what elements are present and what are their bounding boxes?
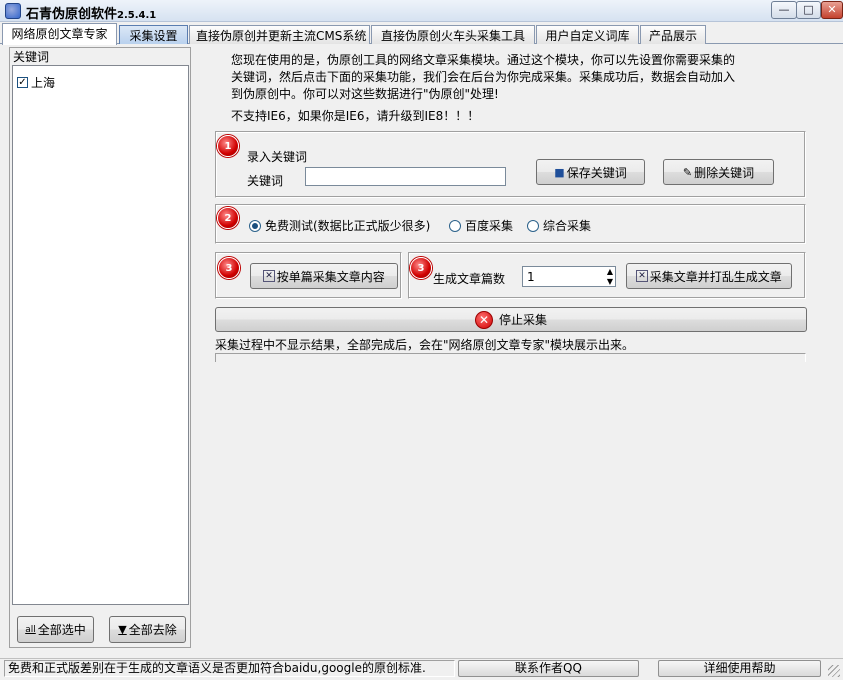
- deselect-all-label: 全部去除: [128, 623, 177, 637]
- select-all-label: 全部选中: [37, 623, 86, 637]
- spin-up-icon[interactable]: ▲: [607, 267, 613, 276]
- delete-keyword-label: 删除关键词: [694, 165, 755, 180]
- minimize-button[interactable]: —: [771, 1, 797, 19]
- radio-label: 免费测试(数据比正式版少很多): [265, 219, 431, 233]
- window-title: 石青伪原创软件2.5.4.1: [26, 3, 156, 22]
- maximize-button[interactable]: □: [796, 1, 821, 19]
- step3b-badge: 3: [410, 257, 432, 279]
- radio-button[interactable]: [249, 219, 261, 232]
- collect-icon: ✕: [636, 270, 648, 282]
- app-name: 石青伪原创软件: [26, 7, 118, 22]
- radio-comprehensive[interactable]: 综合采集: [527, 217, 591, 234]
- article-count-stepper[interactable]: 1 ▲ ▼: [522, 266, 616, 287]
- step2-badge: 2: [217, 207, 239, 229]
- intro-line: 您现在使用的是，伪原创工具的网络文章采集模块。通过这个模块，你可以先设置你需要采…: [231, 53, 736, 67]
- tab-products[interactable]: 产品展示: [640, 25, 706, 44]
- ie-warning: 不支持IE6，如果你是IE6，请升级到IE8！！！: [231, 109, 480, 123]
- single-article-label: 按单篇采集文章内容: [276, 269, 385, 284]
- stop-collect-label: 停止采集: [498, 313, 547, 327]
- eraser-icon: ✎: [682, 165, 693, 179]
- stop-icon: ✕: [474, 310, 493, 329]
- contact-author-button[interactable]: 联系作者QQ: [458, 660, 639, 677]
- step3a-badge: 3: [218, 257, 240, 279]
- radio-button[interactable]: [449, 219, 461, 232]
- keyword-field-label: 关键词: [247, 174, 284, 188]
- tab-custom-dictionary[interactable]: 用户自定义词库: [536, 25, 639, 44]
- intro-line: 关键词，然后点击下面的采集功能，我们会在后台为你完成采集。采集成功后，数据会自动…: [231, 70, 736, 84]
- save-keyword-button[interactable]: ■ 保存关键词: [536, 159, 645, 185]
- divider: [215, 353, 806, 362]
- collect-and-generate-label: 采集文章并打乱生成文章: [649, 269, 782, 284]
- collect-icon: ✕: [263, 270, 275, 282]
- collect-and-generate-button[interactable]: ✕ 采集文章并打乱生成文章: [626, 263, 792, 289]
- keyword-checkbox[interactable]: ✓: [17, 77, 28, 88]
- spin-down-icon[interactable]: ▼: [607, 277, 613, 286]
- clear-list-icon: ▼: [118, 623, 127, 636]
- radio-button[interactable]: [527, 219, 539, 232]
- save-icon: ■: [554, 165, 565, 179]
- tab-article-expert[interactable]: 网络原创文章专家: [2, 23, 117, 45]
- tab-locomotive-tool[interactable]: 直接伪原创火车头采集工具: [371, 25, 535, 44]
- keyword-panel-label: 关键词: [13, 50, 50, 64]
- article-count-label: 生成文章篇数: [433, 272, 506, 286]
- radio-label: 综合采集: [543, 219, 592, 233]
- intro-text: 您现在使用的是，伪原创工具的网络文章采集模块。通过这个模块，你可以先设置你需要采…: [231, 52, 751, 103]
- radio-baidu[interactable]: 百度采集: [449, 217, 513, 234]
- select-all-button[interactable]: all 全部选中: [17, 616, 94, 643]
- step1-badge: 1: [217, 135, 239, 157]
- status-message: 免费和正式版差别在于生成的文章语义是否更加符合baidu,google的原创标准…: [4, 660, 455, 677]
- help-button[interactable]: 详细使用帮助: [658, 660, 821, 677]
- keyword-input[interactable]: [305, 167, 506, 186]
- stop-collect-button[interactable]: ✕ 停止采集: [215, 307, 807, 332]
- list-item[interactable]: ✓ 上海: [17, 74, 55, 91]
- intro-line: 到伪原创中。你可以对这些数据进行"伪原创"处理!: [231, 87, 499, 101]
- article-count-value: 1: [527, 270, 535, 284]
- radio-label: 百度采集: [465, 219, 514, 233]
- tab-collect-settings[interactable]: 采集设置: [119, 25, 188, 44]
- delete-keyword-button[interactable]: ✎ 删除关键词: [663, 159, 774, 185]
- keyword-text: 上海: [31, 76, 56, 90]
- tab-bar: 网络原创文章专家 采集设置 直接伪原创并更新主流CMS系统 直接伪原创火车头采集…: [0, 23, 843, 45]
- tab-cms-update[interactable]: 直接伪原创并更新主流CMS系统: [189, 25, 370, 44]
- close-button[interactable]: ✕: [821, 1, 843, 19]
- keyword-list[interactable]: ✓ 上海: [12, 65, 189, 605]
- save-keyword-label: 保存关键词: [566, 165, 627, 180]
- app-icon: [5, 3, 21, 19]
- select-all-icon: all: [25, 624, 36, 635]
- resize-grip[interactable]: [828, 665, 840, 677]
- radio-free-test[interactable]: 免费测试(数据比正式版少很多): [249, 217, 430, 234]
- single-article-button[interactable]: ✕ 按单篇采集文章内容: [250, 263, 398, 289]
- result-note: 采集过程中不显示结果，全部完成后，会在"网络原创文章专家"模块展示出来。: [215, 338, 635, 352]
- step1-title: 录入关键词: [247, 150, 308, 164]
- app-version: 2.5.4.1: [117, 10, 157, 21]
- deselect-all-button[interactable]: ▼ 全部去除: [109, 616, 186, 643]
